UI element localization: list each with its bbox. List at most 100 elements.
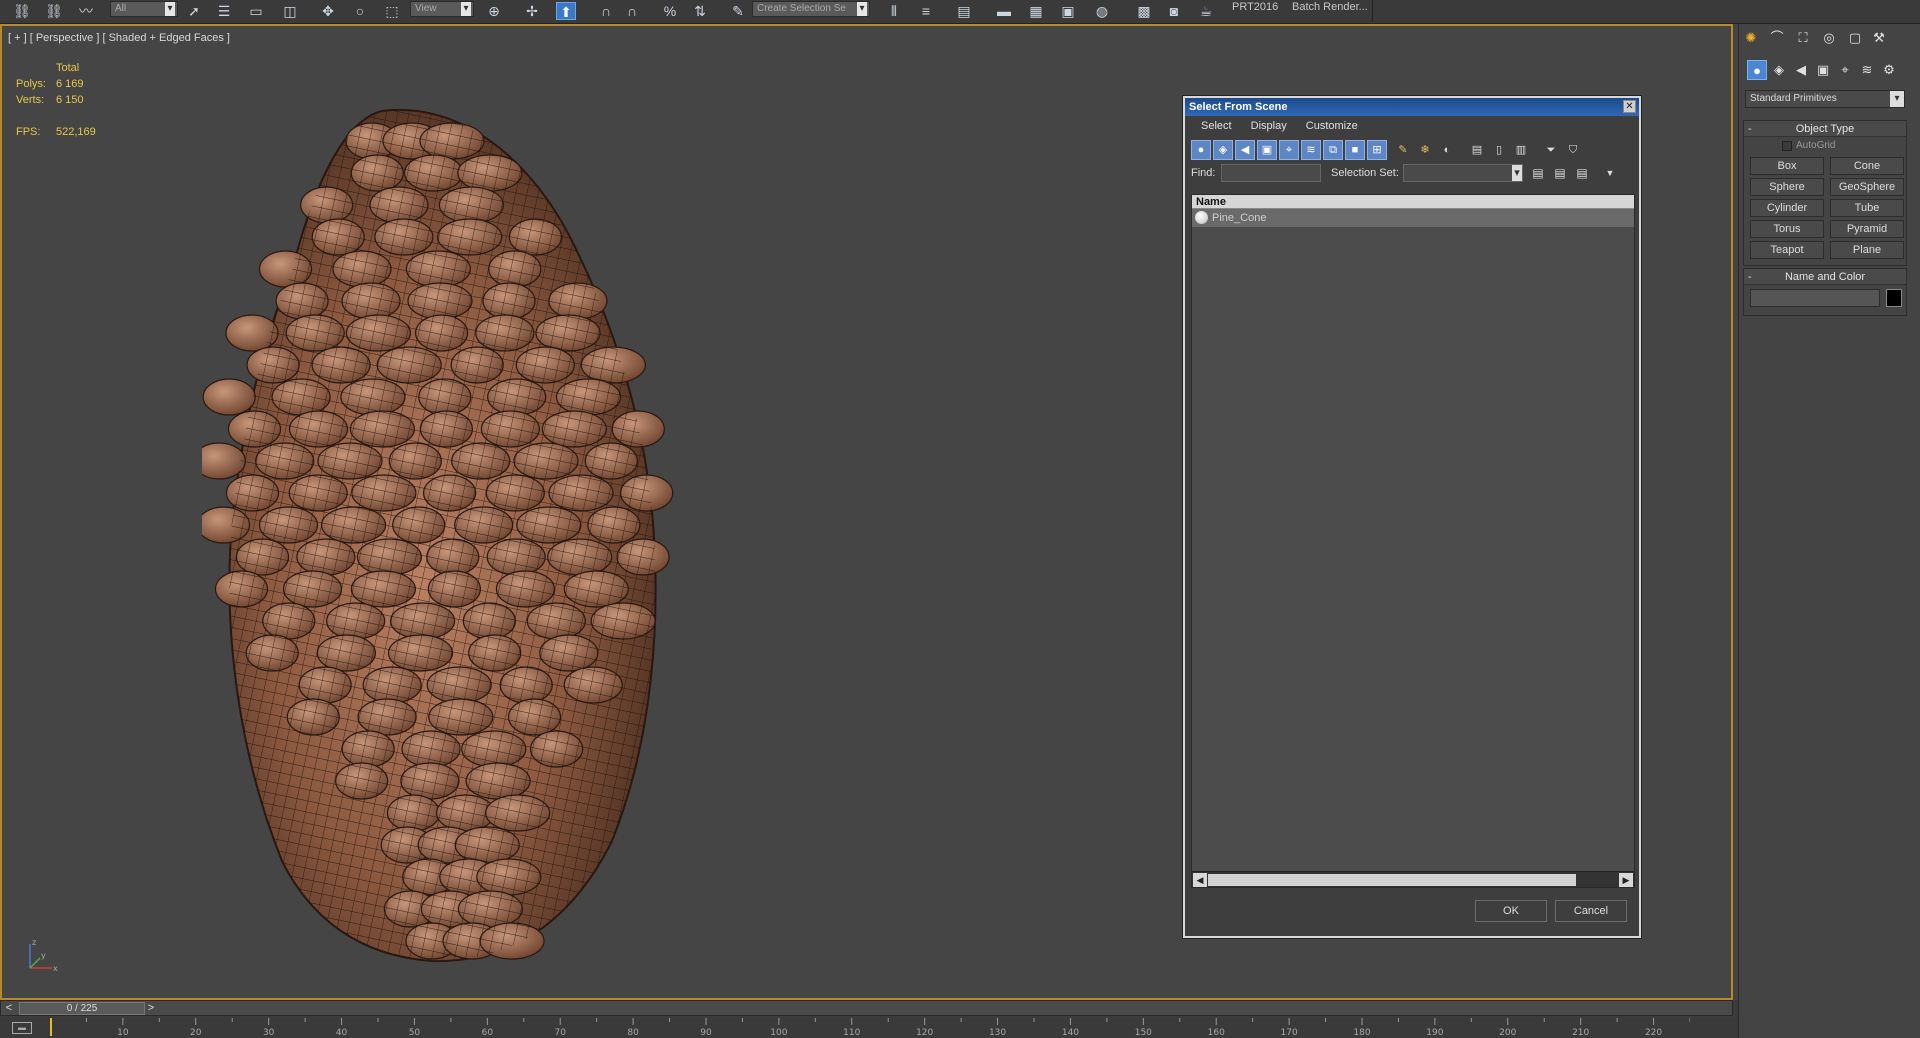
display-shapes-icon[interactable]: ◈ bbox=[1213, 140, 1233, 160]
collapse-icon[interactable]: - bbox=[1748, 121, 1752, 137]
object-type-header[interactable]: - Object Type bbox=[1744, 121, 1906, 137]
horizontal-scrollbar[interactable]: ◀ ▶ bbox=[1192, 871, 1634, 887]
bind-space-warp-icon[interactable]: 〰 bbox=[76, 2, 96, 20]
select-by-name-icon[interactable]: ☰ bbox=[214, 2, 234, 20]
filter-icon[interactable]: ⏷ bbox=[1541, 140, 1561, 160]
current-frame-marker[interactable] bbox=[50, 1018, 52, 1036]
create-selection-set-icon[interactable]: ▤ bbox=[1529, 164, 1547, 182]
batch-render-button[interactable]: Batch Render... bbox=[1288, 0, 1373, 22]
cone-button[interactable]: Cone bbox=[1830, 157, 1904, 175]
pivot-center-icon[interactable]: ⊕ bbox=[484, 2, 504, 20]
dialog-title-bar[interactable]: Select From Scene ✕ bbox=[1185, 98, 1639, 116]
angle-snap-icon[interactable]: ∩ bbox=[622, 2, 642, 20]
edit-named-selection-icon[interactable]: ✎ bbox=[728, 2, 748, 20]
toggle-ribbon-icon[interactable]: ▬ bbox=[994, 2, 1014, 20]
move-icon[interactable]: ✥ bbox=[318, 2, 338, 20]
object-name-input[interactable] bbox=[1750, 289, 1880, 307]
rendered-frame-window-icon[interactable]: ◙ bbox=[1164, 2, 1184, 20]
pine-cone-model[interactable] bbox=[202, 81, 682, 971]
ok-button[interactable]: OK bbox=[1475, 900, 1547, 922]
time-slider-track[interactable]: < 0 / 225 > bbox=[0, 1000, 1733, 1016]
select-object-icon[interactable]: ➚ bbox=[184, 2, 204, 20]
list-item[interactable]: Pine_Cone bbox=[1192, 209, 1634, 227]
selection-filter-dropdown[interactable]: All bbox=[110, 1, 178, 17]
mini-curve-editor-icon[interactable]: ▬ bbox=[12, 1022, 32, 1034]
utilities-panel-icon[interactable]: ⚒ bbox=[1869, 28, 1889, 48]
display-cameras-icon[interactable]: ▣ bbox=[1257, 140, 1277, 160]
remove-from-selection-set-icon[interactable]: ▤ bbox=[1573, 164, 1591, 182]
render-setup-icon[interactable]: ▩ bbox=[1134, 2, 1154, 20]
display-xrefs-icon[interactable]: ■ bbox=[1345, 140, 1365, 160]
menu-display[interactable]: Display bbox=[1243, 116, 1295, 136]
hierarchy-panel-icon[interactable]: ⛶ bbox=[1793, 28, 1813, 48]
object-color-swatch[interactable] bbox=[1886, 289, 1902, 307]
align-icon[interactable]: ≡ bbox=[916, 2, 936, 20]
checkbox-icon[interactable] bbox=[1782, 141, 1792, 151]
named-selection-set-dropdown[interactable]: Create Selection Se bbox=[752, 1, 870, 17]
scale-icon[interactable]: ⬚ bbox=[382, 2, 402, 20]
create-cameras-icon[interactable]: ▣ bbox=[1813, 60, 1833, 80]
select-manipulate-icon[interactable]: ✢ bbox=[522, 2, 542, 20]
display-geometry-icon[interactable]: ● bbox=[1191, 140, 1211, 160]
unlink-icon[interactable]: ⛓ bbox=[44, 2, 64, 20]
keyboard-shortcut-override-icon[interactable]: ⬆ bbox=[556, 2, 576, 20]
sun-icon[interactable]: ✺ bbox=[1741, 28, 1761, 48]
snaps-toggle-icon[interactable]: ∩ bbox=[596, 2, 616, 20]
add-to-selection-set-icon[interactable]: ▤ bbox=[1551, 164, 1569, 182]
autogrid-checkbox[interactable]: AutoGrid bbox=[1744, 137, 1906, 155]
tube-button[interactable]: Tube bbox=[1830, 199, 1904, 217]
teapot-button[interactable]: Teapot bbox=[1750, 241, 1824, 259]
pyramid-button[interactable]: Pyramid bbox=[1830, 220, 1904, 238]
display-groups-icon[interactable]: ⧉ bbox=[1323, 140, 1343, 160]
create-space-warps-icon[interactable]: ≋ bbox=[1857, 60, 1877, 80]
display-containers-icon[interactable]: ✎ bbox=[1393, 140, 1413, 160]
display-space-warps-icon[interactable]: ≋ bbox=[1301, 140, 1321, 160]
motion-panel-icon[interactable]: ◎ bbox=[1819, 28, 1839, 48]
torus-button[interactable]: Torus bbox=[1750, 220, 1824, 238]
create-helpers-icon[interactable]: ⌖ bbox=[1835, 60, 1855, 80]
cancel-button[interactable]: Cancel bbox=[1555, 900, 1627, 922]
create-shapes-icon[interactable]: ◈ bbox=[1769, 60, 1789, 80]
material-editor-icon[interactable]: ◍ bbox=[1092, 2, 1112, 20]
rectangular-selection-icon[interactable]: ▭ bbox=[246, 2, 266, 20]
reference-coordinate-dropdown[interactable]: View bbox=[410, 1, 474, 17]
more-options-icon[interactable]: ▼ bbox=[1601, 164, 1619, 182]
modify-panel-icon[interactable]: ⌒ bbox=[1767, 28, 1787, 48]
frame-ruler[interactable]: 10 20 30 40 50 60 70 80 90 100 110 120 130 140 150 160 1… bbox=[50, 1018, 1690, 1038]
create-systems-icon[interactable]: ⚙ bbox=[1879, 60, 1899, 80]
next-frame-button[interactable]: > bbox=[145, 1001, 157, 1015]
display-invert-icon[interactable]: ▥ bbox=[1511, 140, 1531, 160]
display-hidden-icon[interactable]: ◐ bbox=[1437, 140, 1457, 160]
box-button[interactable]: Box bbox=[1750, 157, 1824, 175]
rotate-icon[interactable]: ○ bbox=[350, 2, 370, 20]
filter-options-icon[interactable]: ⛉ bbox=[1563, 140, 1583, 160]
sphere-button[interactable]: Sphere bbox=[1750, 178, 1824, 196]
viewport-label[interactable]: [ + ] [ Perspective ] [ Shaded + Edged F… bbox=[8, 32, 230, 44]
layer-explorer-icon[interactable]: ▤ bbox=[954, 2, 974, 20]
select-and-link-icon[interactable]: ⛓ bbox=[12, 2, 32, 20]
create-lights-icon[interactable]: ◀ bbox=[1791, 60, 1811, 80]
schematic-view-icon[interactable]: ▣ bbox=[1058, 2, 1078, 20]
scroll-left-icon[interactable]: ◀ bbox=[1193, 873, 1207, 887]
display-all-icon[interactable]: ▤ bbox=[1467, 140, 1487, 160]
scroll-right-icon[interactable]: ▶ bbox=[1619, 873, 1633, 887]
scrollbar-thumb[interactable] bbox=[1208, 874, 1576, 886]
close-icon[interactable]: ✕ bbox=[1623, 100, 1636, 113]
collapse-icon[interactable]: - bbox=[1748, 269, 1752, 285]
window-crossing-icon[interactable]: ◫ bbox=[280, 2, 300, 20]
cylinder-button[interactable]: Cylinder bbox=[1750, 199, 1824, 217]
display-lights-icon[interactable]: ◀ bbox=[1235, 140, 1255, 160]
render-production-icon[interactable]: ☕ bbox=[1196, 2, 1216, 20]
find-input[interactable] bbox=[1221, 164, 1321, 182]
prt2016-label[interactable]: PRT2016 bbox=[1228, 0, 1282, 22]
geosphere-button[interactable]: GeoSphere bbox=[1830, 178, 1904, 196]
spinner-snap-icon[interactable]: ⇅ bbox=[690, 2, 710, 20]
create-geometry-icon[interactable]: ● bbox=[1747, 60, 1767, 80]
mirror-icon[interactable]: ⫴ bbox=[884, 2, 904, 20]
scene-object-list[interactable]: Name Pine_Cone ◀ ▶ bbox=[1191, 194, 1635, 888]
plane-button[interactable]: Plane bbox=[1830, 241, 1904, 259]
display-frozen-icon[interactable]: ❄ bbox=[1415, 140, 1435, 160]
time-slider-thumb[interactable]: 0 / 225 bbox=[19, 1002, 145, 1015]
curve-editor-icon[interactable]: ▦ bbox=[1026, 2, 1046, 20]
selection-set-dropdown[interactable] bbox=[1403, 164, 1523, 182]
